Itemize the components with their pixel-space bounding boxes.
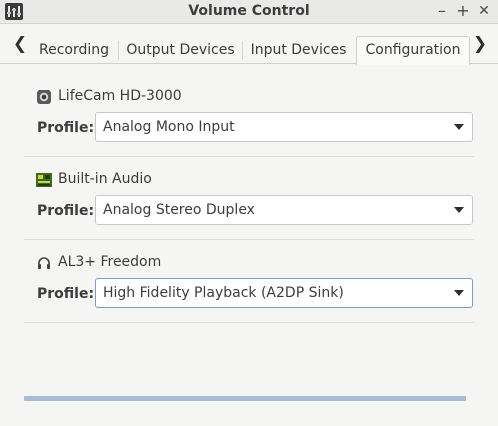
tab-bar: ❮ Recording Output Devices Input Devices… <box>0 24 498 65</box>
webcam-icon <box>36 89 52 105</box>
chevron-down-icon <box>454 290 464 296</box>
title-bar: Volume Control – + ✕ <box>0 0 498 24</box>
device-name: LifeCam HD-3000 <box>58 88 182 104</box>
chevron-down-icon <box>454 124 464 130</box>
minimize-button[interactable]: – <box>432 1 452 21</box>
window-title: Volume Control <box>188 3 310 19</box>
maximize-button[interactable]: + <box>453 1 473 21</box>
section-divider <box>24 239 474 240</box>
profile-label: Profile: <box>37 203 95 219</box>
device-name: AL3+ Freedom <box>58 254 162 270</box>
profile-dropdown[interactable]: Analog Stereo Duplex <box>95 195 473 225</box>
tab-output-devices[interactable]: Output Devices <box>119 37 242 64</box>
headphones-icon <box>36 255 52 271</box>
device-name: Built-in Audio <box>58 171 152 187</box>
section-divider <box>24 156 474 157</box>
profile-label: Profile: <box>37 286 95 302</box>
profile-dropdown[interactable]: High Fidelity Playback (A2DP Sink) <box>95 278 473 308</box>
section-divider <box>24 322 474 323</box>
tab-recording[interactable]: Recording <box>30 37 118 64</box>
profile-dropdown[interactable]: Analog Mono Input <box>95 112 473 142</box>
tab-input-devices[interactable]: Input Devices <box>243 37 354 64</box>
scroll-indicator-bar <box>24 396 466 401</box>
close-button[interactable]: ✕ <box>474 1 494 21</box>
profile-value: High Fidelity Playback (A2DP Sink) <box>103 285 344 301</box>
sound-card-icon <box>36 172 52 188</box>
tab-configuration[interactable]: Configuration <box>356 36 470 65</box>
scroll-tabs-left-icon[interactable]: ❮ <box>12 36 28 53</box>
profile-value: Analog Mono Input <box>103 119 235 135</box>
chevron-down-icon <box>454 207 464 213</box>
profile-label: Profile: <box>37 120 95 136</box>
profile-value: Analog Stereo Duplex <box>103 202 255 218</box>
scroll-tabs-right-icon[interactable]: ❯ <box>472 36 488 53</box>
